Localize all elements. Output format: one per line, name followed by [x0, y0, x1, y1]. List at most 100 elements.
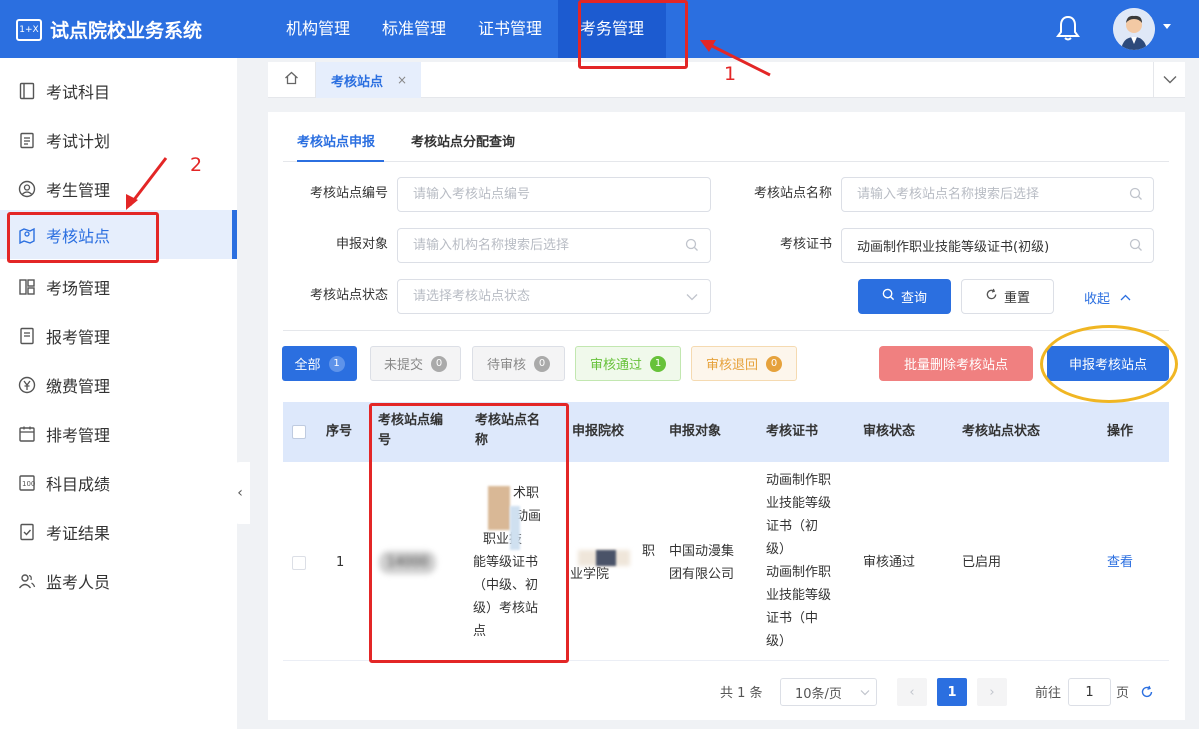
col-audit-status: 审核状态 [863, 424, 916, 439]
filter-not-submitted[interactable]: 未提交 0 [370, 346, 461, 381]
nav-standard-management[interactable]: 标准管理 [366, 0, 462, 58]
chevron-down-icon [684, 289, 700, 305]
batch-delete-button[interactable]: 批量删除考核站点 [879, 346, 1033, 381]
select-all-checkbox[interactable] [292, 425, 306, 439]
divider [283, 330, 1169, 331]
col-index: 序号 [326, 424, 353, 439]
row-checkbox[interactable] [292, 556, 306, 570]
search-button[interactable]: 查询 [858, 279, 951, 314]
tab-exam-sites[interactable]: 考核站点 × [316, 62, 421, 98]
cell-site-code: 14000 [379, 551, 437, 574]
check-doc-icon [18, 523, 36, 541]
pager-total: 共 1 条 [720, 686, 763, 701]
cell-target: 中国动漫集 团有限公司 [669, 544, 735, 582]
nav-cert-management[interactable]: 证书管理 [462, 0, 558, 58]
sidebar-item-scores[interactable]: 100 科目成绩 [0, 458, 237, 507]
home-tab[interactable] [268, 62, 316, 98]
svg-text:100: 100 [22, 480, 35, 488]
redacted-image [596, 550, 616, 566]
sidebar-item-exam-sites[interactable]: 考核站点 [0, 210, 237, 259]
cert-label: 考核证书 [779, 237, 832, 252]
grid-icon [18, 278, 36, 296]
col-site-status: 考核站点状态 [962, 424, 1041, 439]
reset-button[interactable]: 重置 [961, 279, 1054, 314]
calendar-icon [18, 425, 36, 443]
main-panel: 考核站点申报 考核站点分配查询 考核站点编号 考核站点名称 申报对象 考核证书 … [268, 112, 1185, 720]
site-code-input[interactable] [397, 177, 711, 212]
sidebar-item-proctors[interactable]: 监考人员 [0, 556, 237, 605]
tabs-dropdown[interactable] [1153, 62, 1185, 98]
collapse-filters-link[interactable]: 收起 [1084, 288, 1131, 307]
chevron-left-icon: ‹ [237, 485, 243, 501]
search-icon [1128, 237, 1144, 253]
table-row: 1 14000 术职 动画 职业技 能等级证书 （中级、初 级）考核站 点 职 … [283, 462, 1169, 661]
col-operation: 操作 [1107, 424, 1134, 439]
col-cert: 考核证书 [766, 424, 819, 439]
filter-all[interactable]: 全部 1 [282, 346, 357, 381]
site-code-label: 考核站点编号 [309, 186, 388, 201]
goto-page-input[interactable] [1068, 678, 1111, 706]
sidebar-item-registration[interactable]: 报考管理 [0, 311, 237, 360]
target-label: 申报对象 [335, 237, 388, 252]
tab-site-declaration[interactable]: 考核站点申报 [297, 130, 384, 162]
search-icon [1128, 186, 1144, 202]
yen-icon [18, 376, 36, 394]
refresh-icon[interactable] [1140, 685, 1154, 703]
redacted-image [510, 506, 520, 550]
sidebar-item-exam-subjects[interactable]: 考试科目 [0, 66, 237, 115]
filter-pending[interactable]: 待审核 0 [472, 346, 565, 381]
nav-org-management[interactable]: 机构管理 [270, 0, 366, 58]
next-page-button[interactable]: › [977, 678, 1007, 706]
bell-icon[interactable] [1055, 14, 1081, 42]
nav-exam-affairs[interactable]: 考务管理 [558, 0, 667, 58]
chevron-down-icon [1163, 72, 1177, 88]
close-icon[interactable]: × [397, 73, 407, 87]
declare-site-button[interactable]: 申报考核站点 [1047, 346, 1169, 381]
page-size-select[interactable]: 10条/页 [780, 678, 877, 706]
annotation-step-1: 1 [724, 63, 737, 85]
target-input[interactable] [397, 228, 711, 263]
page-number-current[interactable]: 1 [937, 678, 967, 706]
cell-school: 职 业学院 [570, 544, 656, 582]
table-header: 序号 考核站点编号 考核站点名称 申报院校 申报对象 考核证书 审核状态 考核站… [283, 402, 1169, 462]
document-icon [18, 327, 36, 345]
app-logo-icon: 1+X [16, 18, 42, 41]
avatar[interactable] [1113, 8, 1155, 50]
cell-index: 1 [336, 555, 345, 570]
prev-page-button[interactable]: ‹ [897, 678, 927, 706]
count-badge: 1 [650, 355, 666, 372]
filter-approved[interactable]: 审核通过 1 [575, 346, 681, 381]
cell-audit-status: 审核通过 [863, 555, 916, 570]
annotation-step-2: 2 [190, 154, 203, 176]
search-icon [882, 288, 895, 305]
cert-input[interactable] [841, 228, 1154, 263]
site-name-label: 考核站点名称 [753, 186, 832, 201]
sidebar-item-cert-results[interactable]: 考证结果 [0, 507, 237, 556]
sidebar-collapse-handle[interactable]: ‹ [230, 462, 250, 524]
site-name-input[interactable] [841, 177, 1154, 212]
score-icon: 100 [18, 474, 36, 492]
top-header: 1+X 试点院校业务系统 机构管理 标准管理 证书管理 考务管理 [0, 0, 1199, 58]
count-badge: 0 [431, 355, 447, 372]
col-site-code: 考核站点编号 [378, 413, 444, 448]
chevron-right-icon: › [989, 684, 995, 700]
chevron-down-icon[interactable] [1163, 24, 1171, 29]
view-link[interactable]: 查看 [1107, 551, 1133, 574]
user-circle-icon [18, 180, 36, 198]
cell-cert: 动画制作职 业技能等级 证书（初 级） 动画制作职 业技能等级 证书（中 级） [766, 473, 832, 649]
redacted-image [488, 486, 510, 530]
brand: 1+X 试点院校业务系统 [16, 16, 202, 43]
col-site-name: 考核站点名称 [475, 413, 541, 448]
filter-returned[interactable]: 审核退回 0 [691, 346, 797, 381]
tab-site-allocation-query[interactable]: 考核站点分配查询 [411, 130, 515, 162]
sidebar-item-exam-rooms[interactable]: 考场管理 [0, 262, 237, 311]
sidebar-item-payment[interactable]: 缴费管理 [0, 360, 237, 409]
status-select[interactable] [397, 279, 711, 314]
search-icon [684, 237, 700, 253]
status-label: 考核站点状态 [309, 288, 388, 303]
sidebar-item-scheduling[interactable]: 排考管理 [0, 409, 237, 458]
book-icon [18, 82, 36, 100]
clipboard-icon [18, 131, 36, 149]
top-nav: 机构管理 标准管理 证书管理 考务管理 [270, 0, 667, 58]
chevron-up-icon [1120, 290, 1131, 305]
